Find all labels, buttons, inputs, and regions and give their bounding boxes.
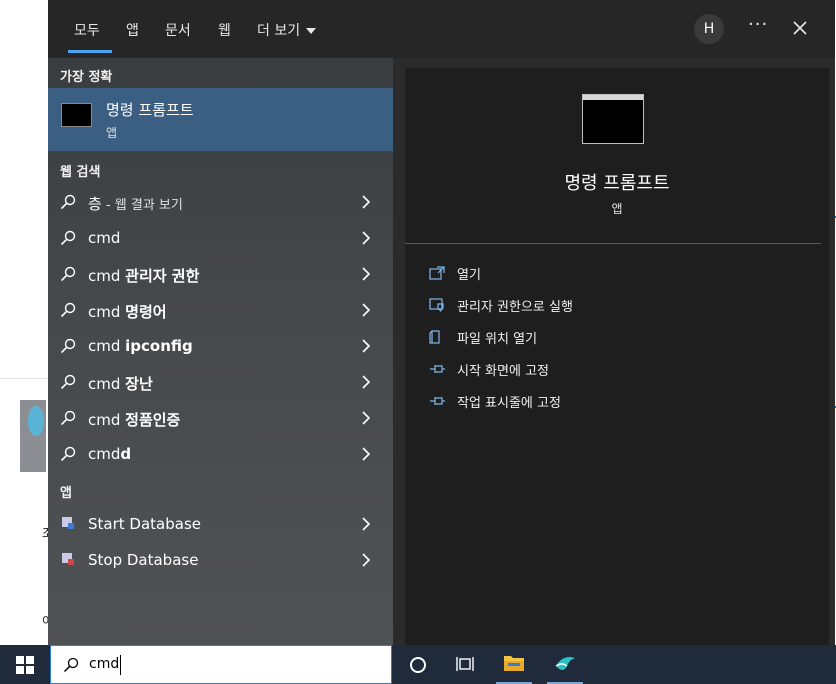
chevron-right-icon [362, 553, 371, 567]
pin-icon [430, 397, 445, 405]
app-result-label: Start Database [88, 515, 201, 533]
search-icon [60, 302, 76, 318]
action-label: 작업 표시줄에 고정 [457, 396, 561, 411]
search-icon [60, 374, 76, 390]
section-apps: 앱 [60, 486, 72, 501]
web-result-label: cmdd [88, 445, 132, 463]
web-result-label: cmd ipconfig [88, 337, 193, 355]
chevron-right-icon [362, 267, 371, 281]
pin-icon [430, 365, 445, 373]
chevron-right-icon [362, 303, 371, 317]
web-result-item[interactable]: 층 - 웹 결과 보기 [48, 184, 393, 220]
file-explorer-icon[interactable] [503, 653, 525, 673]
chevron-right-icon [362, 195, 371, 209]
best-match-item[interactable]: 명령 프롬프트 앱 [48, 88, 393, 151]
web-result-label: cmd 정품인증 [88, 411, 181, 429]
search-icon [60, 230, 76, 246]
text-cursor [120, 655, 121, 675]
windows-start-icon[interactable] [16, 656, 34, 674]
action-label: 시작 화면에 고정 [457, 364, 549, 379]
action-label: 파일 위치 열기 [457, 332, 538, 347]
tab-web[interactable]: 웹 [218, 20, 231, 40]
chevron-right-icon [362, 411, 371, 425]
search-icon [60, 338, 76, 354]
file-icon [429, 330, 440, 344]
web-result-item[interactable]: cmd 정품인증 [48, 400, 393, 436]
web-result-item[interactable]: cmd 장난 [48, 364, 393, 400]
background-page-divider [0, 378, 48, 379]
cortana-icon[interactable] [410, 657, 426, 673]
taskbar: cmd [0, 645, 836, 684]
web-result-label: cmd 장난 [88, 375, 153, 393]
web-result-label: 층 - 웹 결과 보기 [88, 195, 183, 213]
background-thumbnail [20, 400, 46, 472]
web-result-label: cmd 명령어 [88, 303, 167, 321]
action-open[interactable]: 열기 [429, 264, 809, 284]
close-icon[interactable] [792, 20, 808, 36]
account-avatar[interactable]: H [694, 14, 724, 44]
terminal-icon [61, 103, 92, 127]
preview-type: 앱 [611, 202, 623, 216]
search-icon [60, 446, 76, 462]
tab-all[interactable]: 모두 [74, 20, 100, 40]
web-result-label: cmd 관리자 권한 [88, 267, 200, 285]
active-tab-indicator [68, 50, 112, 53]
web-result-item[interactable]: cmdd [48, 436, 393, 472]
more-options-button[interactable]: ··· [748, 14, 768, 35]
web-result-item[interactable]: cmd [48, 220, 393, 256]
search-icon [63, 657, 79, 673]
preview-title: 명령 프롬프트 [564, 173, 670, 194]
search-icon [60, 194, 76, 210]
search-filter-bar: 모두 앱 문서 웹 더 보기 H ··· [48, 0, 835, 58]
action-pin-to-taskbar[interactable]: 작업 표시줄에 고정 [429, 392, 809, 412]
chevron-right-icon [362, 447, 371, 461]
action-run-as-admin[interactable]: 관리자 권한으로 실행 [429, 296, 809, 316]
search-icon [60, 410, 76, 426]
web-result-label: cmd [88, 229, 121, 247]
terminal-icon [582, 94, 644, 144]
shield-icon [429, 298, 444, 312]
web-result-item[interactable]: cmd ipconfig [48, 328, 393, 364]
open-icon [429, 266, 445, 280]
start-search-menu: 모두 앱 문서 웹 더 보기 H ··· 가장 정확 명령 프롬프트 앱 웹 검… [48, 0, 835, 645]
app-result-item[interactable]: Start Database [48, 506, 393, 542]
database-icon [62, 553, 74, 565]
chevron-right-icon [362, 517, 371, 531]
preview-divider [405, 243, 821, 244]
database-icon [62, 517, 74, 529]
section-best-match: 가장 정확 [60, 70, 113, 85]
chevron-right-icon [362, 375, 371, 389]
preview-pane: 명령 프롬프트 앱 열기 관리자 권한으로 실행 파일 위치 열기 시작 화면에… [405, 68, 829, 645]
action-open-file-location[interactable]: 파일 위치 열기 [429, 328, 809, 348]
chevron-right-icon [362, 339, 371, 353]
web-result-item[interactable]: cmd 관리자 권한 [48, 256, 393, 292]
chevron-right-icon [362, 231, 371, 245]
best-match-type: 앱 [106, 126, 118, 140]
taskbar-search-box[interactable]: cmd [50, 645, 392, 684]
tab-documents[interactable]: 문서 [165, 20, 191, 40]
best-match-title: 명령 프롬프트 [106, 101, 194, 119]
app-result-label: Stop Database [88, 551, 199, 569]
action-pin-to-start[interactable]: 시작 화면에 고정 [429, 360, 809, 380]
app-result-item[interactable]: Stop Database [48, 542, 393, 578]
results-list: 가장 정확 명령 프롬프트 앱 웹 검색 층 - 웹 결과 보기 cmd cmd … [48, 58, 393, 645]
search-input[interactable]: cmd [89, 656, 119, 672]
web-result-item[interactable]: cmd 명령어 [48, 292, 393, 328]
task-view-icon[interactable] [456, 656, 474, 672]
search-icon [60, 266, 76, 282]
section-web-search: 웹 검색 [60, 165, 101, 180]
chevron-down-icon [306, 28, 317, 34]
tab-more[interactable]: 더 보기 [257, 20, 317, 40]
action-label: 열기 [457, 268, 481, 283]
tab-apps[interactable]: 앱 [126, 20, 139, 40]
tab-more-label: 더 보기 [257, 23, 301, 39]
app-icon[interactable] [553, 652, 577, 676]
action-label: 관리자 권한으로 실행 [457, 300, 573, 315]
